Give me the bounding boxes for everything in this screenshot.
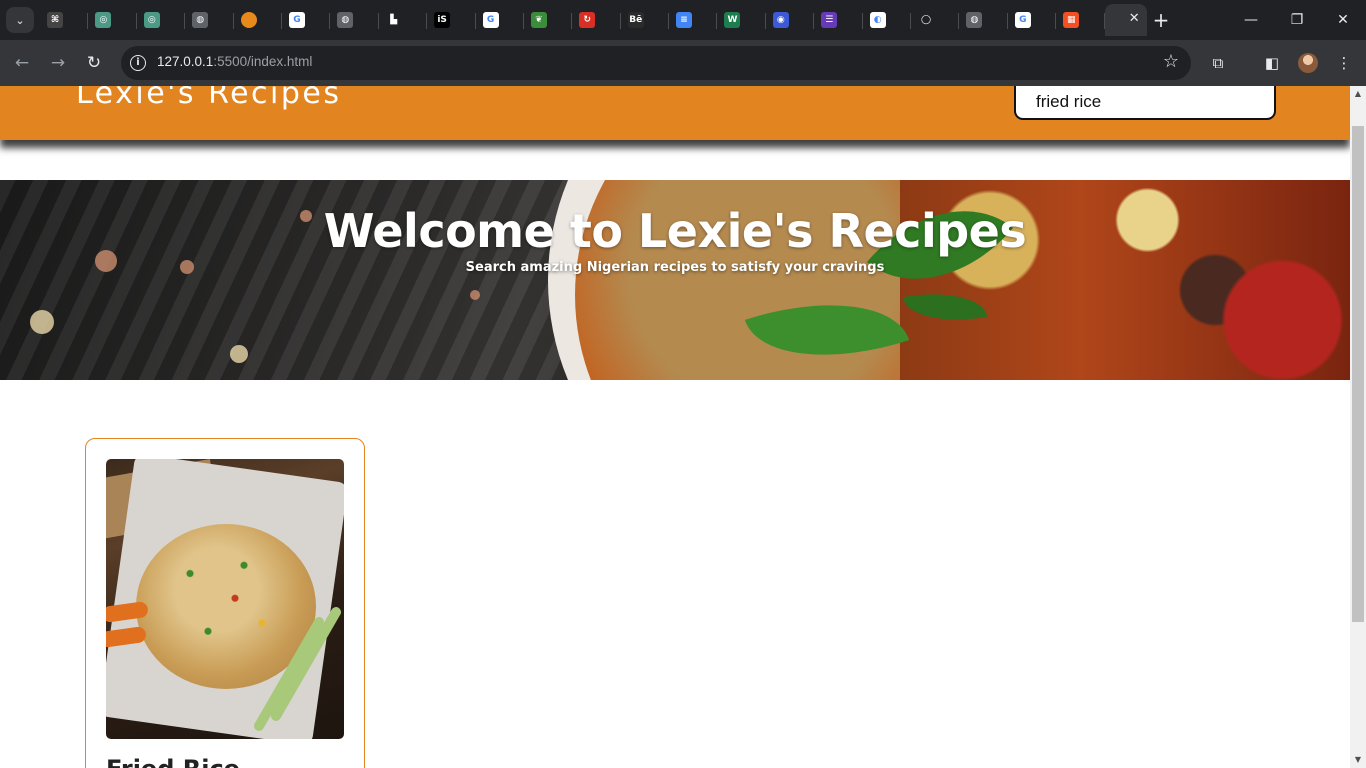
fried-rice-image[interactable]	[106, 459, 344, 739]
globe-icon: ◍	[192, 12, 209, 28]
chrome-icon: ◉	[772, 12, 789, 28]
address-bar[interactable]: i 127.0.0.1:5500/index.html ☆	[121, 46, 1191, 80]
url-text[interactable]: 127.0.0.1:5500/index.html	[157, 54, 312, 69]
scroll-up-icon[interactable]: ▲	[1350, 86, 1366, 102]
browser-tab[interactable]: iS	[427, 4, 476, 36]
page-viewport: Lexie's Recipes Welcome to Lexie's Recip…	[0, 86, 1350, 768]
browser-tab[interactable]: ◍	[185, 4, 234, 36]
site-logo[interactable]: Lexie's Recipes	[76, 86, 342, 111]
browser-tab[interactable]: ↻	[572, 4, 622, 36]
recipe-search-input[interactable]	[1014, 86, 1276, 120]
browser-tab[interactable]: ⌘	[40, 4, 89, 36]
orange-dot-icon	[240, 12, 257, 28]
browser-tab[interactable]: G	[1008, 4, 1057, 36]
behance-icon: Bē	[627, 12, 644, 28]
microsoft-icon: ▦	[1063, 12, 1080, 28]
browser-tab[interactable]: ◉	[766, 4, 815, 36]
browser-tab[interactable]: ❦	[524, 4, 573, 36]
browser-tab-strip: ⌄ ⌘ ◎ ◎ ◍ G ◍ ▙ iS G ❦ ↻ Bē ≡ W ◉ ☰ ◐ ◯ ◍ G ▦ ✕ + — ❐ ✕	[0, 0, 1366, 40]
site-info-icon[interactable]: i	[130, 55, 146, 71]
side-panel-icon[interactable]: ◧	[1261, 52, 1283, 74]
extensions-icon[interactable]: ⧉	[1207, 52, 1229, 74]
browser-tab[interactable]: ◍	[959, 4, 1009, 36]
w-icon: W	[724, 12, 741, 28]
bookmark-star-icon[interactable]: ☆	[1163, 51, 1179, 72]
globe-icon: ◍	[966, 12, 983, 28]
back-icon[interactable]: ←	[10, 51, 34, 75]
browser-tab[interactable]: ◍	[330, 4, 380, 36]
new-tab-button[interactable]: +	[1150, 8, 1172, 32]
restore-icon[interactable]: ❐	[1274, 0, 1320, 40]
browser-tab[interactable]: ≡	[669, 4, 718, 36]
recipe-card-title[interactable]: Fried Rice	[106, 755, 240, 768]
menu-kebab-icon[interactable]: ⋮	[1333, 52, 1355, 74]
docs-icon: ≡	[676, 12, 693, 28]
browser-tab[interactable]: G	[282, 4, 331, 36]
site-header: Lexie's Recipes	[0, 86, 1350, 140]
profile-avatar[interactable]	[1298, 53, 1318, 73]
reload-icon[interactable]: ↻	[82, 51, 106, 75]
close-tab-icon[interactable]: ✕	[1129, 11, 1140, 26]
browser-tab[interactable]: Bē	[621, 4, 670, 36]
active-browser-tab[interactable]: ✕	[1104, 4, 1147, 36]
leaf-icon: ❦	[530, 12, 547, 28]
hero-subtitle: Search amazing Nigerian recipes to satis…	[465, 260, 885, 275]
browser-tab[interactable]: G	[476, 4, 525, 36]
forms-icon: ☰	[821, 12, 838, 28]
minimize-icon[interactable]: —	[1228, 0, 1274, 40]
github-icon: ◐	[869, 12, 886, 28]
browser-toolbar: ← → ↻ i 127.0.0.1:5500/index.html ☆ ⧉ ◧ …	[0, 40, 1366, 86]
tab-search-button[interactable]: ⌄	[6, 7, 34, 33]
browser-tab[interactable]: ▦	[1056, 4, 1105, 36]
github-icon: ◯	[918, 12, 935, 28]
browser-tab[interactable]: ☰	[814, 4, 864, 36]
google-icon: G	[1014, 12, 1031, 28]
browser-tab[interactable]: W	[717, 4, 767, 36]
is-icon: iS	[434, 12, 451, 28]
page-scrollbar[interactable]: ▲ ▼	[1350, 86, 1366, 768]
tab-list: ⌘ ◎ ◎ ◍ G ◍ ▙ iS G ❦ ↻ Bē ≡ W ◉ ☰ ◐ ◯ ◍ G ▦ ✕	[40, 4, 1147, 36]
google-icon: G	[482, 12, 499, 28]
red-app-icon: ↻	[579, 12, 596, 28]
globe-icon: ◍	[337, 12, 354, 28]
bank-icon: ▙	[385, 12, 402, 28]
chatgpt-icon: ◎	[143, 12, 160, 28]
chatgpt-icon: ◎	[95, 12, 112, 28]
codepen-icon: ⌘	[47, 12, 63, 28]
browser-tab[interactable]: ◎	[88, 4, 138, 36]
browser-tab[interactable]: ◐	[863, 4, 912, 36]
scrollbar-thumb[interactable]	[1352, 126, 1364, 622]
hero-title: Welcome to Lexie's Recipes	[323, 204, 1027, 258]
hero-banner: Welcome to Lexie's Recipes Search amazin…	[0, 180, 1350, 380]
browser-tab[interactable]: ◯	[911, 4, 960, 36]
browser-tab[interactable]: ◎	[137, 4, 186, 36]
recipe-card[interactable]: Fried Rice	[85, 438, 365, 768]
browser-tab[interactable]	[234, 4, 283, 36]
browser-tab[interactable]: ▙	[379, 4, 428, 36]
scroll-down-icon[interactable]: ▼	[1350, 752, 1366, 768]
forward-icon[interactable]: →	[46, 51, 70, 75]
close-window-icon[interactable]: ✕	[1320, 0, 1366, 40]
google-icon: G	[288, 12, 305, 28]
